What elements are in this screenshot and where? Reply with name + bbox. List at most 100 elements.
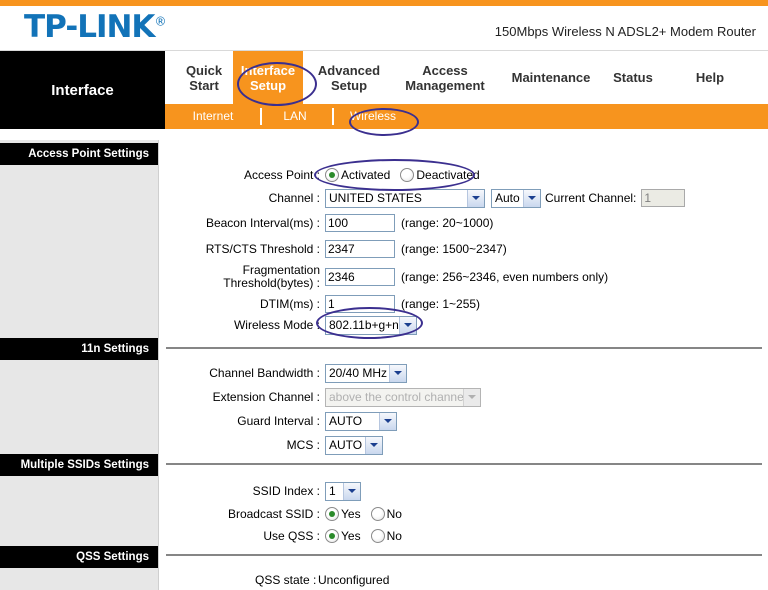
select-channel-bandwidth-value: 20/40 MHz: [329, 366, 388, 380]
row-use-qss: Use QSS : Yes No: [158, 525, 408, 547]
subnav-item-lan[interactable]: LAN: [265, 104, 325, 129]
radio-use-qss-no[interactable]: No: [370, 529, 402, 543]
nav-item-advanced-setup[interactable]: Advanced Setup: [311, 51, 387, 104]
radio-label-no: No: [386, 529, 402, 543]
select-wireless-mode-value: 802.11b+g+n: [329, 318, 399, 332]
label-rts-cts-threshold: RTS/CTS Threshold :: [205, 241, 320, 256]
select-channel-region[interactable]: UNITED STATES: [325, 188, 485, 208]
nav-item-help[interactable]: Help: [685, 51, 735, 104]
chevron-down-icon: [467, 189, 484, 207]
row-rts-cts-threshold: RTS/CTS Threshold : (range: 1500~2347): [158, 238, 507, 260]
hint-dtim: (range: 1~255): [401, 297, 481, 311]
hint-fragmentation-threshold: (range: 256~2346, even numbers only): [401, 270, 609, 284]
row-channel: Channel : UNITED STATES Auto Current Cha…: [158, 187, 686, 209]
page-content: Access Point Settings 11n Settings Multi…: [0, 140, 768, 590]
settings-panel: Access Point : Activated Deactivated Cha…: [158, 140, 768, 590]
row-fragmentation-threshold: Fragmentation Threshold(bytes) : (range:…: [158, 262, 608, 292]
radio-dot-icon: [325, 507, 339, 521]
nav-item-list: Quick Start Interface Setup Advanced Set…: [165, 51, 768, 104]
select-ssid-index[interactable]: 1: [325, 481, 361, 501]
select-channel-number-value: Auto: [495, 191, 520, 205]
input-fragmentation-threshold[interactable]: [325, 268, 395, 286]
select-mcs[interactable]: AUTO: [325, 435, 383, 455]
section-header-11n: 11n Settings: [0, 338, 158, 360]
label-wireless-mode: Wireless Mode :: [233, 317, 320, 332]
value-qss-state: Unconfigured: [318, 573, 390, 587]
select-guard-interval-value: AUTO: [329, 414, 363, 428]
label-extension-channel: Extension Channel :: [212, 389, 320, 404]
sub-navigation: Internet LAN Wireless: [165, 104, 768, 129]
subnav-item-internet[interactable]: Internet: [173, 104, 253, 129]
section-sidebar: Access Point Settings 11n Settings Multi…: [0, 140, 159, 590]
nav-item-access-management[interactable]: Access Management: [395, 51, 495, 104]
radio-use-qss-yes[interactable]: Yes: [325, 529, 361, 543]
section-header-access-point: Access Point Settings: [0, 143, 158, 165]
label-qss-state: QSS state :: [255, 573, 317, 587]
radio-broadcast-ssid-no[interactable]: No: [370, 507, 402, 521]
nav-item-quick-start[interactable]: Quick Start: [175, 51, 233, 104]
select-extension-channel-value: above the control channel: [329, 390, 463, 404]
radio-label-deactivated: Deactivated: [416, 168, 480, 182]
radio-label-activated: Activated: [341, 168, 391, 182]
row-extension-channel: Extension Channel : above the control ch…: [158, 386, 481, 408]
main-navigation: Interface Quick Start Interface Setup Ad…: [0, 51, 768, 129]
divider-multiple-ssids: [166, 554, 762, 556]
chevron-down-icon: [463, 388, 480, 406]
row-ssid-index: SSID Index : 1: [158, 480, 361, 502]
hint-rts-cts-threshold: (range: 1500~2347): [401, 242, 507, 256]
label-guard-interval: Guard Interval :: [237, 413, 320, 428]
current-section-badge: Interface: [0, 51, 165, 129]
select-extension-channel: above the control channel: [325, 387, 481, 407]
select-channel-region-value: UNITED STATES: [329, 191, 422, 205]
label-dtim: DTIM(ms) :: [260, 296, 320, 311]
subnav-item-wireless[interactable]: Wireless: [338, 104, 408, 129]
label-use-qss: Use QSS :: [263, 528, 320, 543]
nav-item-maintenance[interactable]: Maintenance: [505, 51, 597, 104]
chevron-down-icon: [389, 364, 406, 382]
radio-label-yes: Yes: [341, 507, 361, 521]
radio-access-point-deactivated[interactable]: Deactivated: [400, 168, 480, 182]
label-ssid-index: SSID Index :: [252, 483, 320, 498]
chevron-down-icon: [523, 189, 540, 207]
input-current-channel: [641, 189, 686, 207]
access-point-radio-group: Activated Deactivated: [325, 168, 486, 182]
input-rts-cts-threshold[interactable]: [325, 240, 395, 258]
nav-item-interface-setup[interactable]: Interface Setup: [233, 51, 303, 104]
row-beacon-interval: Beacon Interval(ms) : (range: 20~1000): [158, 212, 493, 234]
row-broadcast-ssid: Broadcast SSID : Yes No: [158, 503, 408, 525]
radio-dot-icon: [370, 529, 385, 543]
input-beacon-interval[interactable]: [325, 214, 395, 232]
radio-label-no: No: [386, 507, 402, 521]
radio-label-yes: Yes: [341, 529, 361, 543]
registered-mark-icon: ®: [154, 14, 166, 29]
row-channel-bandwidth: Channel Bandwidth : 20/40 MHz: [158, 362, 407, 384]
label-beacon-interval: Beacon Interval(ms) :: [205, 215, 320, 230]
row-dtim: DTIM(ms) : (range: 1~255): [158, 293, 480, 315]
input-dtim[interactable]: [325, 295, 395, 313]
divider-11n: [166, 463, 762, 465]
label-channel: Channel :: [268, 190, 320, 205]
chevron-down-icon: [343, 482, 360, 500]
chevron-down-icon: [379, 412, 396, 430]
model-name: 150Mbps Wireless N ADSL2+ Modem Router: [494, 24, 756, 39]
section-header-multiple-ssids: Multiple SSIDs Settings: [0, 454, 158, 476]
divider-access-point: [166, 347, 762, 349]
select-guard-interval[interactable]: AUTO: [325, 411, 397, 431]
select-wireless-mode[interactable]: 802.11b+g+n: [325, 315, 417, 335]
chevron-down-icon: [365, 436, 382, 454]
select-channel-bandwidth[interactable]: 20/40 MHz: [325, 363, 407, 383]
label-mcs: MCS :: [286, 437, 320, 452]
radio-broadcast-ssid-yes[interactable]: Yes: [325, 507, 361, 521]
select-channel-number[interactable]: Auto: [491, 188, 541, 208]
brand-header: TP-LINK® 150Mbps Wireless N ADSL2+ Modem…: [0, 6, 768, 51]
radio-dot-icon: [325, 168, 339, 182]
select-mcs-value: AUTO: [329, 438, 363, 452]
label-current-channel: Current Channel:: [545, 191, 637, 205]
label-fragmentation-threshold: Fragmentation Threshold(bytes) :: [223, 263, 320, 290]
label-broadcast-ssid: Broadcast SSID :: [227, 506, 320, 521]
logo-text: TP-LINK: [24, 9, 155, 45]
radio-access-point-activated[interactable]: Activated: [325, 168, 390, 182]
nav-item-status[interactable]: Status: [605, 51, 661, 104]
broadcast-ssid-radio-group: Yes No: [325, 507, 408, 521]
use-qss-radio-group: Yes No: [325, 529, 408, 543]
